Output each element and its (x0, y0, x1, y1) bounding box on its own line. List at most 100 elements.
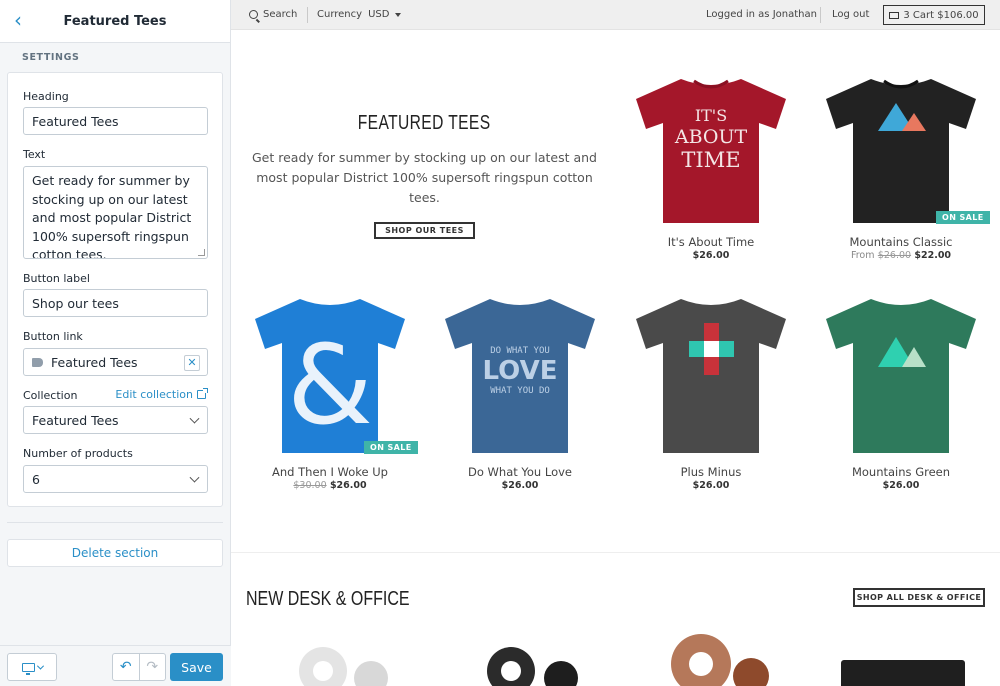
logout-link[interactable]: Log out (832, 9, 869, 20)
wall-hook-image (671, 634, 769, 686)
edit-collection-label: Edit collection (115, 388, 193, 401)
product-title: Plus Minus (680, 465, 742, 479)
chevron-down-icon (36, 662, 44, 670)
collection-label: Collection (23, 389, 78, 402)
svg-text:DO WHAT YOU: DO WHAT YOU (490, 346, 550, 356)
product-card[interactable]: IT'S ABOUT TIME It's About Time $26.00 (621, 63, 801, 261)
section-title: Featured Tees (63, 13, 167, 29)
sidebar-footer: ↶ ↷ Save (0, 645, 231, 686)
delete-section-button[interactable]: Delete section (7, 539, 223, 567)
search-link[interactable]: Search (249, 9, 297, 20)
search-icon (249, 10, 258, 19)
currency-selector[interactable]: Currency USD (317, 9, 402, 20)
chevron-down-icon (189, 413, 200, 424)
redo-icon[interactable]: ↷ (140, 654, 166, 680)
tshirt-image (826, 299, 976, 453)
text-textarea-value: Get ready for summer by stocking up on o… (32, 173, 192, 259)
wall-hook-image (299, 647, 388, 686)
button-label-input-value: Shop our tees (32, 295, 119, 311)
section-divider (231, 552, 1000, 553)
tshirt-image: & (255, 299, 405, 453)
product-price: $26.00 (621, 480, 801, 491)
collection-select[interactable]: Featured Tees (23, 406, 208, 434)
old-price: $26.00 (877, 250, 912, 261)
product-card[interactable]: Mountains Green $26.00 (811, 293, 991, 491)
product-price: $30.00 $26.00 (240, 480, 420, 491)
svg-text:LOVE: LOVE (483, 356, 558, 386)
product-price: $26.00 (430, 480, 610, 491)
svg-text:ABOUT: ABOUT (674, 126, 748, 148)
featured-body: Get ready for summer by stocking up on o… (252, 150, 597, 205)
heading-label: Heading (23, 90, 69, 103)
settings-label: SETTINGS (22, 52, 80, 63)
undo-icon[interactable]: ↶ (113, 654, 140, 680)
product-card[interactable]: DO WHAT YOU LOVE WHAT YOU DO Do What You… (430, 293, 610, 491)
device-preview-button[interactable] (7, 653, 57, 681)
price-value: $26.00 (692, 480, 730, 491)
sidebar-header: ‹ Featured Tees (0, 0, 230, 43)
tshirt-image (636, 299, 786, 453)
desk-products-row (299, 634, 965, 686)
product-title: Do What You Love (467, 465, 573, 479)
currency-label: Currency (317, 9, 363, 20)
settings-card: Heading Featured Tees Text Get ready for… (7, 72, 223, 507)
svg-text:WHAT YOU DO: WHAT YOU DO (490, 386, 550, 396)
product-price: $26.00 (811, 480, 991, 491)
search-label: Search (263, 9, 298, 20)
product-card[interactable]: ON SALE Mountains Classic From $26.00 $2… (811, 63, 991, 261)
product-card[interactable]: Plus Minus $26.00 (621, 293, 801, 491)
svg-text:TIME: TIME (681, 148, 740, 172)
divider (7, 522, 223, 523)
product-card[interactable]: & ON SALE And Then I Woke Up $30.00 $26.… (240, 293, 420, 491)
back-chevron-icon[interactable]: ‹ (8, 10, 28, 30)
product-title: Mountains Classic (849, 235, 953, 249)
on-sale-badge: ON SALE (364, 441, 418, 454)
price-value: $22.00 (914, 250, 952, 261)
divider (820, 7, 821, 23)
currency-value: USD (368, 9, 390, 20)
svg-text:IT'S: IT'S (695, 106, 727, 125)
wall-hook-image (487, 647, 578, 686)
shop-all-desk-button[interactable]: SHOP ALL DESK & OFFICE (853, 588, 985, 607)
price-value: $26.00 (882, 480, 920, 491)
featured-heading: FEATURED TEES (358, 112, 491, 134)
price-value: $26.00 (329, 480, 367, 491)
tshirt-image: DO WHAT YOU LOVE WHAT YOU DO (445, 299, 595, 453)
tshirt-image (826, 79, 976, 223)
num-products-value: 6 (32, 471, 40, 487)
button-label-label: Button label (23, 272, 90, 285)
cart-button[interactable]: 3 Cart $106.00 (883, 5, 985, 25)
text-label: Text (23, 148, 46, 161)
button-link-picker[interactable]: Featured Tees ✕ (23, 348, 208, 376)
button-label-input[interactable]: Shop our tees (23, 289, 208, 317)
desktop-icon (21, 662, 35, 675)
undo-redo-group: ↶ ↷ (112, 653, 166, 681)
num-products-label: Number of products (23, 447, 133, 460)
cart-icon (889, 11, 900, 19)
text-textarea[interactable]: Get ready for summer by stocking up on o… (23, 166, 208, 259)
chevron-down-icon (189, 472, 200, 483)
num-products-select[interactable]: 6 (23, 465, 208, 493)
product-title: Mountains Green (851, 465, 951, 479)
logged-in-text: Logged in as Jonathan (706, 9, 817, 20)
button-link-value: Featured Tees (51, 354, 138, 370)
featured-intro: FEATURED TEES Get ready for summer by st… (247, 112, 602, 239)
svg-text:&: & (287, 321, 373, 449)
tag-icon (32, 357, 43, 367)
heading-input-value: Featured Tees (32, 113, 119, 129)
edit-collection-link[interactable]: Edit collection (115, 388, 208, 401)
product-price: From $26.00 $22.00 (811, 250, 991, 261)
cart-label: 3 Cart $106.00 (903, 9, 979, 21)
heading-input[interactable]: Featured Tees (23, 107, 208, 135)
store-topbar: Search Currency USD Logged in as Jonatha… (231, 0, 1000, 30)
clear-link-button[interactable]: ✕ (184, 355, 200, 371)
tshirt-image: IT'S ABOUT TIME (636, 79, 786, 223)
product-title: And Then I Woke Up (272, 465, 388, 479)
external-link-icon (197, 388, 208, 399)
shop-our-tees-button[interactable]: SHOP OUR TEES (374, 222, 475, 239)
resize-grip-icon[interactable] (198, 249, 205, 256)
button-link-label: Button link (23, 330, 83, 343)
save-button[interactable]: Save (170, 653, 223, 681)
on-sale-badge: ON SALE (936, 211, 990, 224)
divider (307, 7, 308, 23)
